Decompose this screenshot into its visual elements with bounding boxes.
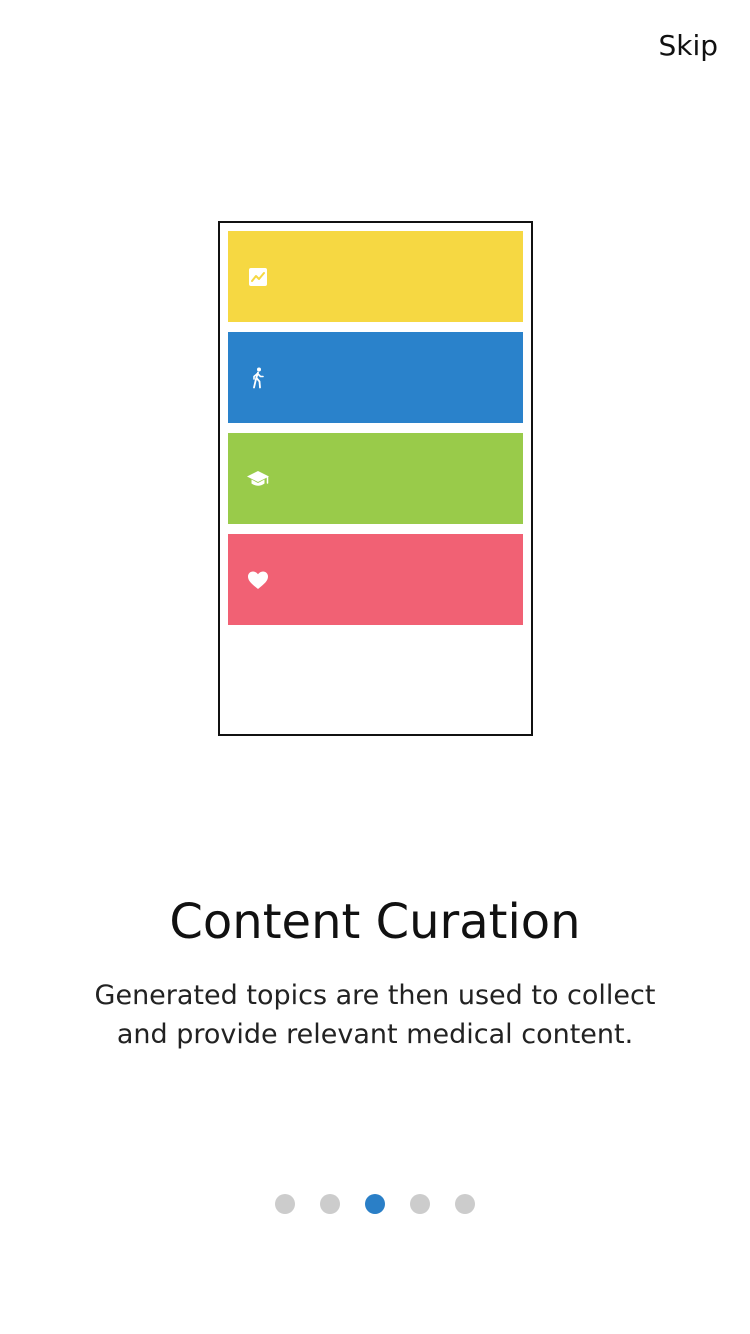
description-line-1: Generated topics are then used to collec… — [94, 980, 656, 1011]
walking-person-icon — [253, 367, 264, 389]
pagination-dots — [0, 1194, 750, 1214]
topic-card-education — [228, 433, 523, 524]
trend-chart-icon — [249, 268, 267, 286]
graduation-cap-icon — [247, 471, 269, 486]
page-dot-1[interactable] — [275, 1194, 295, 1214]
onboarding-description: Generated topics are then used to collec… — [80, 976, 670, 1054]
onboarding-title: Content Curation — [169, 894, 581, 950]
page-dot-2[interactable] — [320, 1194, 340, 1214]
skip-button[interactable]: Skip — [658, 26, 718, 66]
heart-icon — [248, 571, 268, 589]
phone-illustration — [218, 221, 533, 736]
description-line-2: and provide relevant medical content. — [116, 1019, 634, 1050]
page-dot-4[interactable] — [410, 1194, 430, 1214]
page-dot-5[interactable] — [455, 1194, 475, 1214]
topic-card-chart — [228, 231, 523, 322]
topic-card-walking — [228, 332, 523, 423]
topic-card-health — [228, 534, 523, 625]
page-dot-3[interactable] — [365, 1194, 385, 1214]
